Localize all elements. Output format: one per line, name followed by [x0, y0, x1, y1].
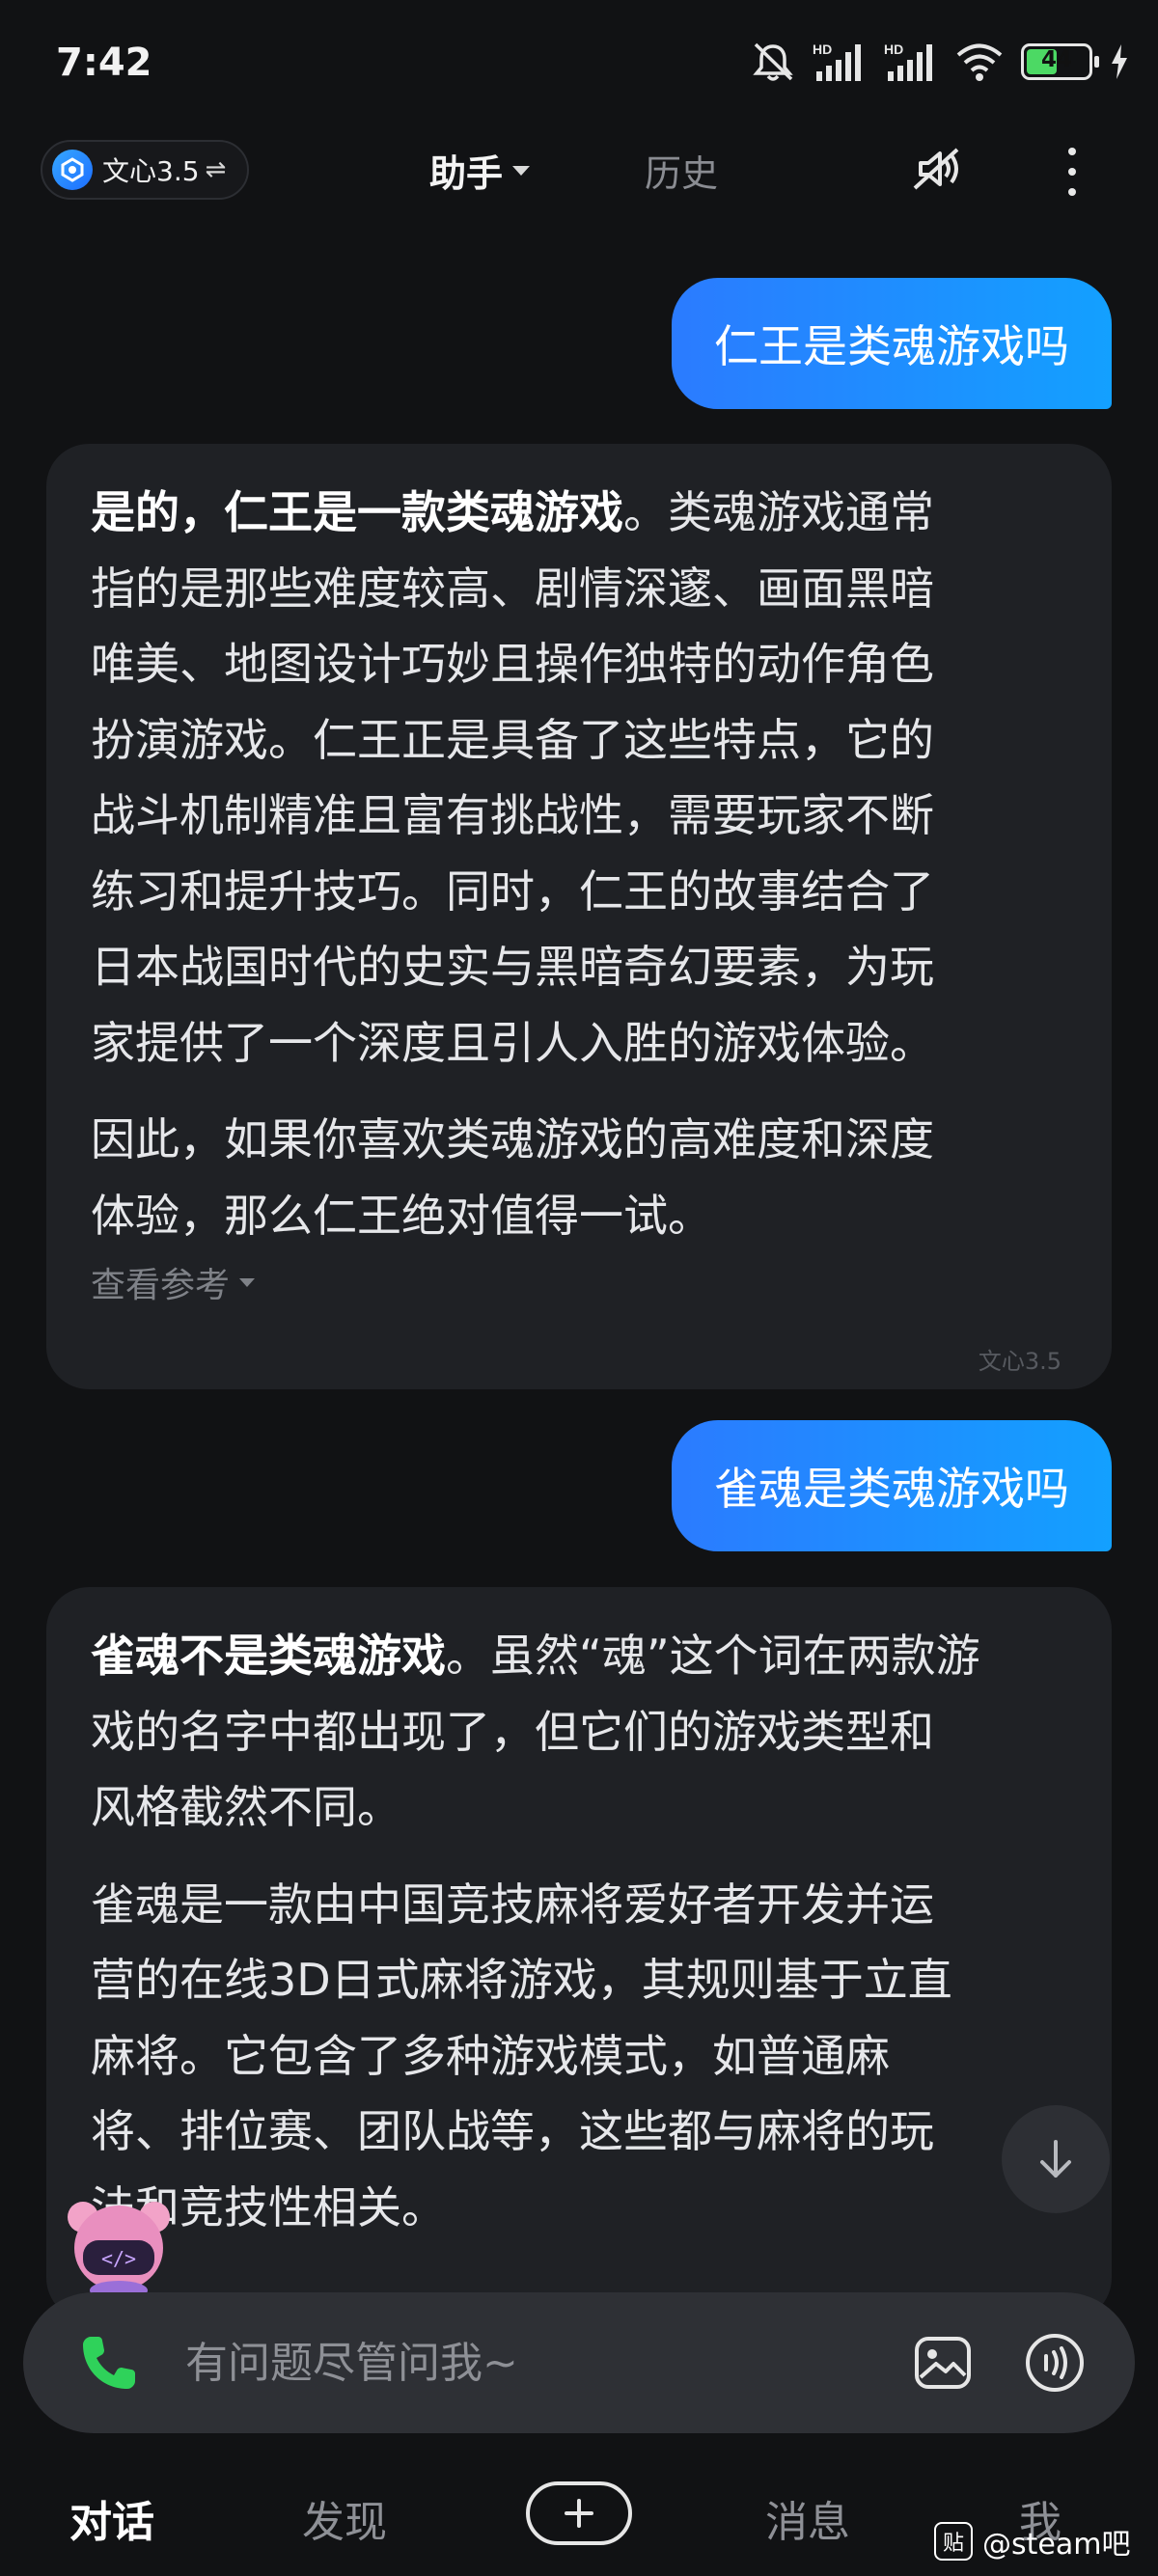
mascot-avatar[interactable]: </> — [62, 2190, 176, 2304]
assistant-message-2-para-1: 雀魂不是类魂游戏。虽然“魂”这个词在两款游戏的名字中都出现了，但它们的游戏类型和… — [91, 1618, 1067, 1846]
model-logo-icon — [52, 150, 93, 190]
model-tag: 文心3.5 — [978, 1348, 1062, 1375]
more-menu-icon[interactable] — [1060, 146, 1085, 198]
answer-line: 战斗机制精准且富有挑战性，需要玩家不断 — [91, 789, 934, 841]
model-switcher[interactable]: 文心3.5 ⇌ — [41, 140, 249, 200]
answer-line: 。类魂游戏通常 — [623, 486, 934, 538]
caret-down-icon — [512, 165, 531, 176]
signal-icon-sim2: HD — [884, 41, 932, 81]
battery-level: 44 — [1040, 47, 1072, 72]
assistant-message-2-para-2: 雀魂是一款由中国竞技麻将爱好者开发并运 营的在线3D日式麻将游戏，其规则基于立直麻… — [91, 1867, 1067, 2246]
assistant-message-1-para-1: 是的，仁王是一款类魂游戏。类魂游戏通常指的是那些难度较高、剧情深邃、画面黑暗 唯美… — [91, 475, 1067, 1081]
view-references-label: 查看参考 — [91, 1266, 231, 1305]
model-name: 文心3.5 — [102, 155, 200, 187]
input-bar — [23, 2292, 1135, 2433]
voice-input-icon[interactable] — [1023, 2331, 1087, 2395]
tab-history[interactable]: 历史 — [645, 144, 718, 197]
assistant-message-1[interactable]: 是的，仁王是一款类魂游戏。类魂游戏通常指的是那些难度较高、剧情深邃、画面黑暗 唯美… — [46, 444, 1112, 1389]
answer-line: 家提供了一个深度且引人入胜的游戏体验。 — [91, 1016, 934, 1069]
arrow-down-icon — [1040, 2140, 1071, 2178]
plus-icon — [565, 2499, 593, 2528]
wifi-icon — [956, 43, 1003, 81]
answer-line: 戏的名字中都出现了，但它们的游戏类型和 — [91, 1705, 934, 1758]
watermark-text: @steam吧 — [982, 2528, 1131, 2562]
nav-create-button[interactable] — [526, 2481, 632, 2545]
tab-assistant[interactable]: 助手 — [429, 144, 531, 197]
app-header: 文心3.5 ⇌ 助手 历史 — [0, 130, 1158, 207]
nav-discover[interactable]: 发现 — [302, 2487, 387, 2549]
tab-assistant-label: 助手 — [429, 152, 504, 195]
assistant-message-2-bold: 雀魂不是类魂游戏 — [91, 1630, 446, 1682]
assistant-message-2[interactable]: 雀魂不是类魂游戏。虽然“魂”这个词在两款游戏的名字中都出现了，但它们的游戏类型和… — [46, 1587, 1112, 2320]
answer-line: 唯美、地图设计巧妙且操作独特的动作角色 — [91, 638, 934, 690]
chat-input[interactable] — [185, 2327, 899, 2398]
caret-down-icon — [239, 1277, 256, 1287]
nav-messages[interactable]: 消息 — [765, 2487, 850, 2549]
scroll-to-bottom-button[interactable] — [1002, 2105, 1110, 2213]
voice-off-icon[interactable] — [907, 146, 965, 192]
phone-call-icon[interactable] — [77, 2331, 141, 2395]
answer-line: 因此，如果你喜欢类魂游戏的高难度和深度 — [91, 1113, 934, 1165]
mute-icon — [753, 42, 793, 81]
answer-line: 日本战国时代的史实与黑暗奇幻要素，为玩 — [91, 941, 934, 993]
answer-line: 将、排位赛、团队战等，这些都与麻将的玩 — [91, 2105, 934, 2157]
status-bar: 7:42 HD HD 44 — [0, 0, 1158, 130]
charging-icon — [1112, 44, 1127, 79]
answer-line: 。虽然“魂”这个词在两款游 — [446, 1630, 980, 1682]
nav-chat[interactable]: 对话 — [69, 2487, 154, 2549]
svg-text:</>: </> — [101, 2247, 136, 2270]
assistant-message-1-para-2: 因此，如果你喜欢类魂游戏的高难度和深度 体验，那么仁王绝对值得一试。 — [91, 1102, 1067, 1253]
status-time: 7:42 — [56, 41, 152, 85]
signal-icon-sim1: HD — [813, 41, 861, 81]
answer-line: 风格截然不同。 — [91, 1781, 401, 1833]
user-message-1[interactable]: 仁王是类魂游戏吗 — [672, 278, 1112, 409]
watermark: 贴 @steam吧 — [934, 2520, 1130, 2562]
view-references-toggle[interactable]: 查看参考 — [91, 1257, 1067, 1307]
battery-icon: 44 — [1021, 43, 1099, 80]
tieba-logo: 贴 — [934, 2522, 973, 2561]
answer-line: 麻将。它包含了多种游戏模式，如普通麻 — [91, 2029, 890, 2082]
swap-icon: ⇌ — [205, 155, 227, 184]
user-message-2[interactable]: 雀魂是类魂游戏吗 — [672, 1420, 1112, 1551]
answer-line: 扮演游戏。仁王正是具备了这些特点，它的 — [91, 713, 934, 766]
hd-label-2: HD — [884, 41, 903, 57]
answer-line: 雀魂是一款由中国竞技麻将爱好者开发并运 — [91, 1877, 934, 1931]
answer-line: 体验，那么仁王绝对值得一试。 — [91, 1189, 712, 1242]
assistant-message-1-bold: 是的，仁王是一款类魂游戏 — [91, 486, 623, 538]
answer-line: 营的在线3D日式麻将游戏，其规则基于立直 — [91, 1954, 952, 2006]
answer-line: 指的是那些难度较高、剧情深邃、画面黑暗 — [91, 562, 934, 615]
status-icons: HD HD 44 — [751, 41, 1129, 83]
answer-line: 练习和提升技巧。同时，仁王的故事结合了 — [91, 864, 934, 918]
hd-label-1: HD — [813, 41, 832, 57]
image-icon[interactable] — [911, 2333, 975, 2393]
